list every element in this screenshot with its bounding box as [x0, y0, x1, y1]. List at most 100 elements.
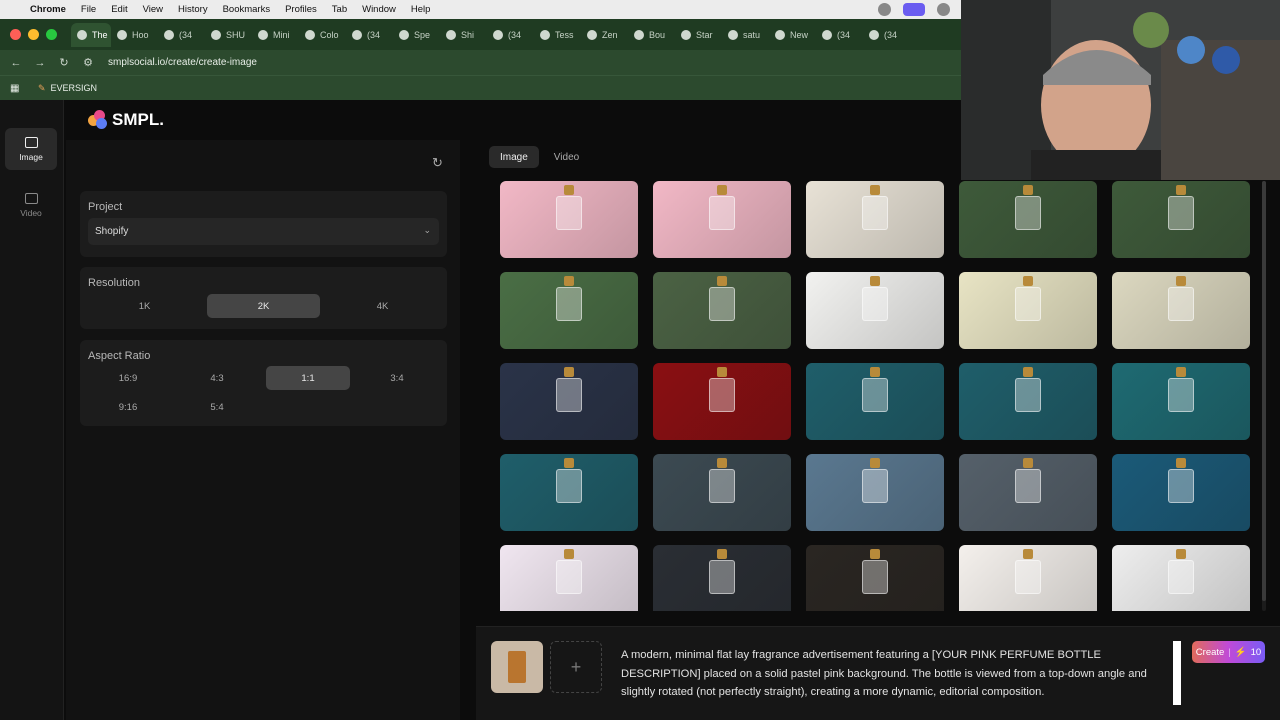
reference-image[interactable]: [491, 641, 543, 693]
browser-tab[interactable]: New: [769, 23, 816, 47]
browser-tab[interactable]: Zen: [581, 23, 628, 47]
gallery-image[interactable]: [806, 454, 944, 531]
browser-tab[interactable]: Bou: [628, 23, 675, 47]
browser-tab[interactable]: Shi: [440, 23, 487, 47]
gallery-image[interactable]: [806, 181, 944, 258]
project-select[interactable]: Shopify ⌄: [88, 218, 439, 245]
browser-tab[interactable]: Colo: [299, 23, 346, 47]
back-icon[interactable]: ←: [4, 57, 28, 69]
status-icon-2[interactable]: [937, 3, 950, 16]
aspect-option[interactable]: 1:1: [266, 366, 350, 390]
tab-favicon-icon: [540, 29, 550, 40]
gallery-image[interactable]: [500, 181, 638, 258]
gallery-image[interactable]: [959, 272, 1097, 349]
aspect-option[interactable]: 4:3: [175, 366, 259, 390]
tab-title: (34: [884, 29, 898, 40]
menu-app[interactable]: Chrome: [30, 4, 66, 15]
gallery-image[interactable]: [653, 454, 791, 531]
menu-edit[interactable]: Edit: [111, 4, 127, 15]
tab-image[interactable]: Image: [489, 146, 539, 168]
menu-file[interactable]: File: [81, 4, 96, 15]
tab-title: Mini: [273, 29, 290, 40]
browser-tab[interactable]: Tess: [534, 23, 581, 47]
browser-tab[interactable]: Star: [675, 23, 722, 47]
bookmark-eversign[interactable]: ✎ EVERSIGN: [38, 83, 97, 94]
perfume-bottle-icon: [556, 560, 582, 595]
add-reference-button[interactable]: +: [550, 641, 602, 693]
menu-tab[interactable]: Tab: [332, 4, 347, 15]
gallery-image[interactable]: [653, 363, 791, 440]
rail-item-image[interactable]: Image: [5, 128, 57, 170]
gallery-image[interactable]: [1112, 181, 1250, 258]
menu-bookmarks[interactable]: Bookmarks: [223, 4, 271, 15]
app-logo[interactable]: SMPL.: [88, 110, 164, 130]
menu-window[interactable]: Window: [362, 4, 396, 15]
gallery-image[interactable]: [500, 454, 638, 531]
url-field[interactable]: smplsocial.io/create/create-image: [108, 57, 257, 68]
browser-tab[interactable]: The: [71, 22, 111, 47]
gallery-image[interactable]: [653, 272, 791, 349]
apps-grid-icon[interactable]: ▦: [10, 83, 22, 94]
status-icons: [878, 3, 950, 16]
resolution-option[interactable]: 1K: [88, 294, 201, 318]
gallery-image[interactable]: [1112, 454, 1250, 531]
browser-tab[interactable]: (34: [158, 23, 205, 47]
close-window-button[interactable]: [10, 29, 21, 40]
menu-history[interactable]: History: [178, 4, 208, 15]
gallery-image[interactable]: [959, 545, 1097, 611]
forward-icon[interactable]: →: [28, 57, 52, 69]
refresh-icon[interactable]: ↻: [432, 155, 443, 171]
browser-tab[interactable]: (34: [487, 23, 534, 47]
gallery-image[interactable]: [1112, 363, 1250, 440]
menu-profiles[interactable]: Profiles: [285, 4, 317, 15]
prompt-input[interactable]: A modern, minimal flat lay fragrance adv…: [621, 646, 1169, 702]
gallery-image[interactable]: [500, 363, 638, 440]
browser-tab[interactable]: (34: [346, 23, 393, 47]
menu-view[interactable]: View: [143, 4, 163, 15]
screen: Chrome File Edit View History Bookmarks …: [0, 0, 1280, 720]
gallery-image[interactable]: [959, 181, 1097, 258]
site-info-icon[interactable]: ⚙: [76, 56, 100, 69]
browser-tab[interactable]: satu: [722, 23, 769, 47]
perfume-bottle-icon: [1015, 378, 1041, 413]
browser-tab[interactable]: Hoo: [111, 23, 158, 47]
status-pill-icon[interactable]: [903, 3, 925, 16]
prompt-scrollbar[interactable]: [1173, 641, 1181, 705]
reload-icon[interactable]: ↻: [52, 56, 76, 69]
resolution-option[interactable]: 4K: [326, 294, 439, 318]
gallery-image[interactable]: [959, 363, 1097, 440]
gallery-scrollbar[interactable]: [1262, 181, 1266, 611]
resolution-option[interactable]: 2K: [207, 294, 320, 318]
rail-item-video[interactable]: Video: [5, 184, 57, 226]
project-title: Project: [88, 201, 123, 213]
aspect-option[interactable]: 16:9: [86, 366, 170, 390]
gallery-image[interactable]: [806, 545, 944, 611]
gallery-image[interactable]: [500, 272, 638, 349]
webcam-image: [961, 0, 1280, 180]
gallery-image[interactable]: [806, 363, 944, 440]
gallery-image[interactable]: [959, 454, 1097, 531]
aspect-option[interactable]: 5:4: [175, 395, 259, 419]
browser-tab[interactable]: Mini: [252, 23, 299, 47]
zoom-window-button[interactable]: [46, 29, 57, 40]
tab-favicon-icon: [869, 29, 879, 40]
gallery-image[interactable]: [500, 545, 638, 611]
aspect-option[interactable]: 9:16: [86, 395, 170, 419]
project-value: Shopify: [95, 226, 129, 237]
browser-tab[interactable]: Spe: [393, 23, 440, 47]
gallery-image[interactable]: [806, 272, 944, 349]
minimize-window-button[interactable]: [28, 29, 39, 40]
tab-title: (34: [508, 29, 522, 40]
status-icon[interactable]: [878, 3, 891, 16]
browser-tab[interactable]: (34: [816, 23, 863, 47]
aspect-option[interactable]: 3:4: [355, 366, 439, 390]
gallery-image[interactable]: [653, 545, 791, 611]
gallery-image[interactable]: [1112, 272, 1250, 349]
browser-tab[interactable]: (34: [863, 23, 910, 47]
tab-video[interactable]: Video: [543, 146, 590, 168]
menu-help[interactable]: Help: [411, 4, 431, 15]
gallery-image[interactable]: [1112, 545, 1250, 611]
create-button[interactable]: Create | ⚡ 10: [1192, 641, 1265, 663]
browser-tab[interactable]: SHU: [205, 23, 252, 47]
gallery-image[interactable]: [653, 181, 791, 258]
